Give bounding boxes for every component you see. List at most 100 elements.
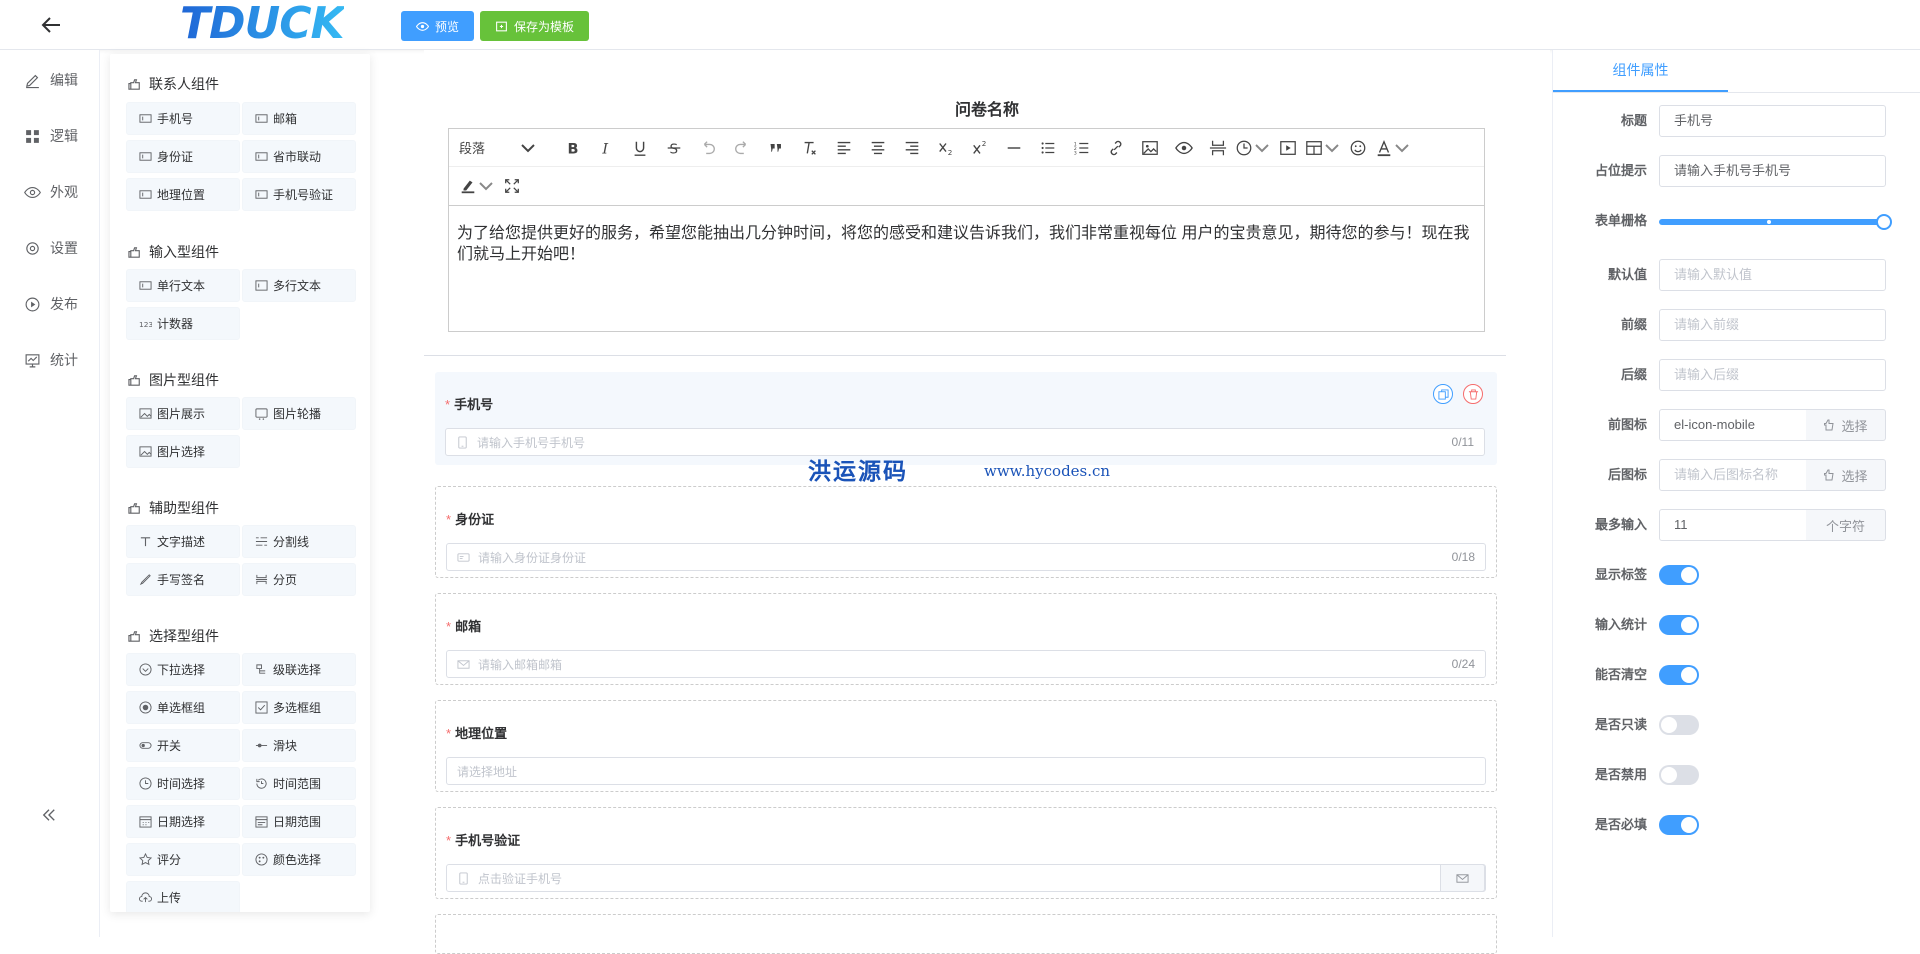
comp-color-picker[interactable]: 颜色选择 xyxy=(242,843,356,876)
comp-single-line[interactable]: 单行文本 xyxy=(126,269,240,302)
comp-id-card[interactable]: 身份证 xyxy=(126,140,240,173)
subscript-icon[interactable]: 2 xyxy=(929,129,963,167)
comp-time-range[interactable]: 时间范围 xyxy=(242,767,356,800)
comp-province-city[interactable]: 省市联动 xyxy=(242,140,356,173)
page-break-icon[interactable] xyxy=(1201,129,1235,167)
comp-upload[interactable]: 上传 xyxy=(126,881,240,912)
underline-icon[interactable] xyxy=(623,129,657,167)
maxlength-input[interactable]: 11 xyxy=(1659,509,1807,541)
title-input[interactable]: 手机号 xyxy=(1659,105,1886,137)
comp-email[interactable]: 邮箱 xyxy=(242,102,356,135)
copy-icon[interactable] xyxy=(1433,384,1453,404)
tab-component-properties[interactable]: 组件属性 xyxy=(1553,50,1728,92)
email-input[interactable]: 请输入邮箱邮箱 0/24 xyxy=(446,650,1486,678)
comp-multi-line[interactable]: 多行文本 xyxy=(242,269,356,302)
show-label-switch[interactable] xyxy=(1659,565,1699,585)
preview-eye-icon[interactable] xyxy=(1167,129,1201,167)
phone-input[interactable]: 请输入手机号手机号 0/11 xyxy=(445,428,1485,456)
comp-location[interactable]: 地理位置 xyxy=(126,178,240,211)
undo-icon[interactable] xyxy=(691,129,725,167)
form-field-id-card[interactable]: * 身份证 请输入身份证身份证 0/18 xyxy=(435,486,1497,578)
link-icon[interactable] xyxy=(1099,129,1133,167)
nav-item-edit[interactable]: 编辑 xyxy=(24,70,78,90)
table-icon[interactable] xyxy=(1305,129,1341,167)
video-icon[interactable] xyxy=(1271,129,1305,167)
select-suffix-icon-button[interactable]: 选择 xyxy=(1806,459,1886,491)
font-color-icon[interactable] xyxy=(1375,129,1411,167)
comp-slider[interactable]: 滑块 xyxy=(242,729,356,762)
phone-verify-input[interactable]: 点击验证手机号 xyxy=(446,864,1486,892)
comp-checkbox-group[interactable]: 多选框组 xyxy=(242,691,356,724)
suffix-input[interactable]: 请输入后缀 xyxy=(1659,359,1886,391)
emoji-icon[interactable] xyxy=(1341,129,1375,167)
suffix-icon-input[interactable]: 请输入后图标名称 xyxy=(1659,459,1807,491)
comp-switch[interactable]: 开关 xyxy=(126,729,240,762)
align-right-icon[interactable] xyxy=(895,129,929,167)
comp-image-select[interactable]: 图片选择 xyxy=(126,435,240,468)
back-arrow-icon[interactable] xyxy=(40,14,64,36)
comp-date-picker[interactable]: 日期选择 xyxy=(126,805,240,838)
bold-icon[interactable]: B xyxy=(555,129,589,167)
comp-divider[interactable]: 分割线 xyxy=(242,525,356,558)
nav-item-logic[interactable]: 逻辑 xyxy=(24,126,78,146)
comp-rate[interactable]: 评分 xyxy=(126,843,240,876)
form-field-location[interactable]: * 地理位置 请选择地址 xyxy=(435,700,1497,792)
form-field-email[interactable]: * 邮箱 请输入邮箱邮箱 0/24 xyxy=(435,593,1497,685)
survey-title[interactable]: 问卷名称 xyxy=(424,96,1550,120)
comp-counter[interactable]: 123 计数器 xyxy=(126,307,240,340)
redo-icon[interactable] xyxy=(725,129,759,167)
form-field-phone-verify[interactable]: * 手机号验证 点击验证手机号 xyxy=(435,807,1497,899)
default-value-input[interactable]: 请输入默认值 xyxy=(1659,259,1886,291)
readonly-switch[interactable] xyxy=(1659,715,1699,735)
nav-item-appearance[interactable]: 外观 xyxy=(24,182,78,202)
prefix-icon-input[interactable]: el-icon-mobile xyxy=(1659,409,1807,441)
highlight-color-icon[interactable] xyxy=(459,167,495,205)
nav-item-publish[interactable]: 发布 xyxy=(24,294,78,314)
comp-image-carousel[interactable]: 图片轮播 xyxy=(242,397,356,430)
id-card-input[interactable]: 请输入身份证身份证 0/18 xyxy=(446,543,1486,571)
comp-text-description[interactable]: 文字描述 xyxy=(126,525,240,558)
select-prefix-icon-button[interactable]: 选择 xyxy=(1806,409,1886,441)
comp-cascader[interactable]: 级联选择 xyxy=(242,653,356,686)
align-center-icon[interactable] xyxy=(861,129,895,167)
comp-radio-group[interactable]: 单选框组 xyxy=(126,691,240,724)
collapse-double-chevron-icon[interactable] xyxy=(40,806,58,824)
comp-phone[interactable]: 手机号 xyxy=(126,102,240,135)
placeholder-input[interactable]: 请输入手机号手机号 xyxy=(1659,155,1886,187)
align-left-icon[interactable] xyxy=(827,129,861,167)
numbered-list-icon[interactable]: 123 xyxy=(1065,129,1099,167)
delete-icon[interactable] xyxy=(1463,384,1483,404)
comp-date-range[interactable]: 日期范围 xyxy=(242,805,356,838)
image-icon[interactable] xyxy=(1133,129,1167,167)
comp-dropdown[interactable]: 下拉选择 xyxy=(126,653,240,686)
save-as-template-button[interactable]: 保存为模板 xyxy=(480,11,590,41)
nav-item-settings[interactable]: 设置 xyxy=(24,238,78,258)
comp-pagination[interactable]: 分页 xyxy=(242,563,356,596)
slider-handle[interactable] xyxy=(1876,214,1892,230)
prefix-input[interactable]: 请输入前缀 xyxy=(1659,309,1886,341)
quote-icon[interactable] xyxy=(759,129,793,167)
disabled-switch[interactable] xyxy=(1659,765,1699,785)
clearable-switch[interactable] xyxy=(1659,665,1699,685)
editor-content[interactable]: 为了给您提供更好的服务，希望您能抽出几分钟时间，将您的感受和建议告诉我们，我们非… xyxy=(457,223,1477,265)
comp-image-display[interactable]: 图片展示 xyxy=(126,397,240,430)
clear-format-icon[interactable] xyxy=(793,129,827,167)
required-switch[interactable] xyxy=(1659,815,1699,835)
horizontal-rule-icon[interactable] xyxy=(997,129,1031,167)
time-insert-icon[interactable] xyxy=(1235,129,1271,167)
comp-phone-verify[interactable]: 手机号验证 xyxy=(242,178,356,211)
paragraph-select[interactable]: 段落 xyxy=(459,129,555,167)
fullscreen-icon[interactable] xyxy=(495,167,529,205)
italic-icon[interactable]: I xyxy=(589,129,623,167)
show-word-count-switch[interactable] xyxy=(1659,615,1699,635)
superscript-icon[interactable]: 2 xyxy=(963,129,997,167)
comp-time-picker[interactable]: 时间选择 xyxy=(126,767,240,800)
preview-button[interactable]: 预览 xyxy=(401,11,475,41)
comp-signature[interactable]: 手写签名 xyxy=(126,563,240,596)
nav-item-statistics[interactable]: 统计 xyxy=(24,350,78,370)
location-input[interactable]: 请选择地址 xyxy=(446,757,1486,785)
form-field-next[interactable] xyxy=(435,914,1497,954)
bullet-list-icon[interactable] xyxy=(1031,129,1065,167)
strikethrough-icon[interactable]: S xyxy=(657,129,691,167)
form-field-phone[interactable]: * 手机号 请输入手机号手机号 0/11 xyxy=(435,372,1497,465)
